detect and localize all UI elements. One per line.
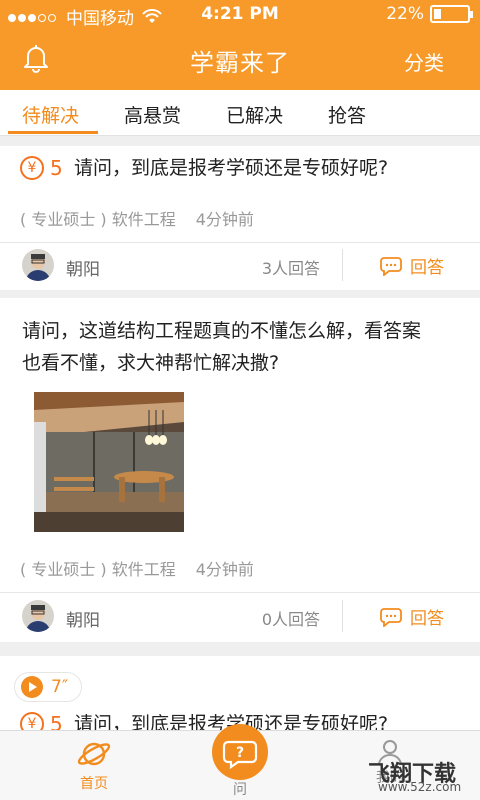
answer-button[interactable]: 回答 <box>380 253 444 278</box>
active-tab-indicator <box>8 131 98 134</box>
answer-row: 朝阳 3人回答 回答 <box>0 243 480 289</box>
title-bar: 学霸来了 分类 <box>0 28 480 90</box>
answer-label: 回答 <box>410 258 444 278</box>
ask-button[interactable]: ? <box>212 724 268 780</box>
divider <box>342 600 343 632</box>
chat-bubble-icon <box>380 256 402 276</box>
question-bubble-icon: ? <box>222 740 258 770</box>
question-tag: ( 专业硕士 ) 软件工程 <box>20 210 176 229</box>
tab-quick-answer[interactable]: 抢答 <box>328 101 366 128</box>
watermark-url: www.52z.com <box>378 780 462 794</box>
tab-ask-label: 问 <box>233 782 247 798</box>
answer-count: 0人回答 <box>261 610 320 629</box>
chat-bubble-icon <box>380 607 402 627</box>
question-card[interactable]: ¥ 5 请问，到底是报考学硕还是专硕好呢? ( 专业硕士 ) 软件工程 4分钟前 … <box>0 146 480 290</box>
question-image[interactable] <box>34 392 184 532</box>
question-text[interactable]: 请问，到底是报考学硕还是专硕好呢? <box>74 152 388 184</box>
voice-message-button[interactable]: 7″ <box>14 672 82 702</box>
avatar[interactable] <box>22 249 54 281</box>
divider <box>342 249 343 281</box>
answer-count: 3人回答 <box>261 259 320 278</box>
avatar[interactable] <box>22 600 54 632</box>
question-line: 请问，这道结构工程题真的不懂怎么解，看答案 <box>22 320 422 342</box>
question-meta: ( 专业硕士 ) 软件工程 4分钟前 <box>20 556 254 580</box>
battery-icon <box>430 5 473 23</box>
play-icon <box>21 676 43 698</box>
tab-solved[interactable]: 已解决 <box>226 101 283 128</box>
tab-high-reward[interactable]: 高悬赏 <box>124 101 181 128</box>
status-bar: 中国移动 4:21 PM 22% <box>0 0 480 29</box>
question-time: 4分钟前 <box>195 210 254 229</box>
voice-duration: 7″ <box>51 677 69 697</box>
yen-icon: ¥ <box>20 156 44 180</box>
question-time: 4分钟前 <box>195 560 254 579</box>
question-card[interactable]: 请问，这道结构工程题真的不懂怎么解，看答案 也看不懂，求大神帮忙解决撒? (专… <box>0 298 480 642</box>
category-button[interactable]: 分类 <box>404 47 444 76</box>
divider <box>0 592 480 593</box>
battery-percent: 22% <box>386 4 424 24</box>
reward-badge: ¥ 5 <box>20 156 63 180</box>
tab-bar-top: 待解决 高悬赏 已解决 抢答 <box>0 90 480 136</box>
svg-text:?: ? <box>236 745 244 761</box>
user-name[interactable]: 朝阳 <box>66 606 100 631</box>
question-meta: ( 专业硕士 ) 软件工程 4分钟前 <box>20 206 254 230</box>
question-line: 也看不懂，求大神帮忙解决撒? <box>22 352 280 374</box>
answer-label: 回答 <box>410 609 444 629</box>
tab-unsolved[interactable]: 待解决 <box>22 101 79 128</box>
answer-button[interactable]: 回答 <box>380 604 444 629</box>
answer-row: 朝阳 0人回答 回答 <box>0 594 480 640</box>
question-text[interactable]: 请问，这道结构工程题真的不懂怎么解，看答案 也看不懂，求大神帮忙解决撒? <box>22 315 421 379</box>
planet-icon <box>77 742 111 766</box>
question-tag: ( 专业硕士 ) 软件工程 <box>20 560 176 579</box>
reward-amount: 5 <box>50 156 63 180</box>
user-name[interactable]: 朝阳 <box>66 255 100 280</box>
app-header: 中国移动 4:21 PM 22% 学霸来了 分类 <box>0 0 480 90</box>
tab-home[interactable]: 首页 <box>72 737 116 793</box>
tab-home-label: 首页 <box>80 776 108 792</box>
